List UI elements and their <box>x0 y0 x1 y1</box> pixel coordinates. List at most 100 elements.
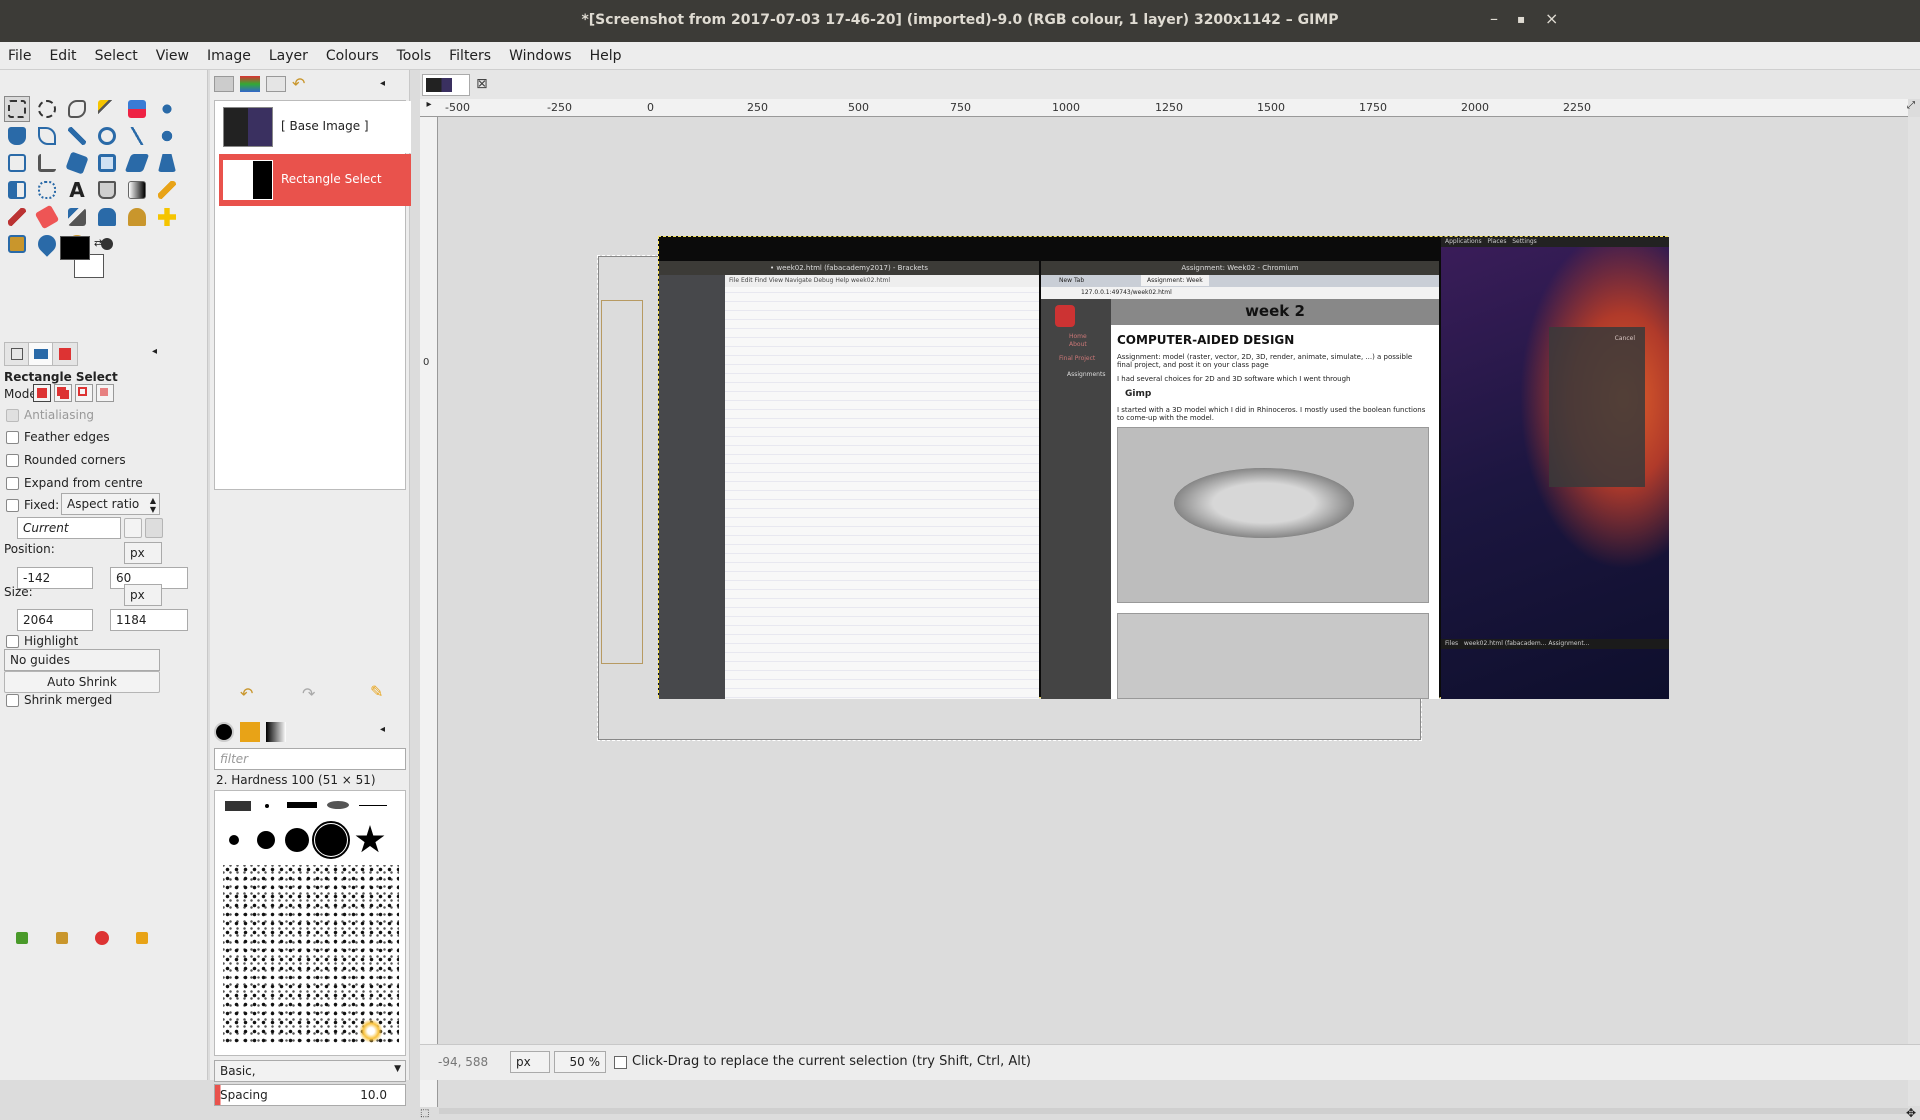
guides-select[interactable]: No guides <box>4 649 160 671</box>
shrink-merged-checkbox[interactable] <box>6 694 19 707</box>
brush-filter-input[interactable]: filter <box>214 748 406 770</box>
size-unit-select[interactable]: px <box>124 584 162 606</box>
delete-options-icon[interactable] <box>95 931 109 945</box>
mode-subtract-button[interactable] <box>75 384 93 402</box>
brush-item[interactable] <box>257 831 275 849</box>
menu-filters[interactable]: Filters <box>440 42 500 64</box>
feather-edges-checkbox[interactable] <box>6 431 19 444</box>
portrait-button[interactable] <box>124 518 142 538</box>
brushes-menu-icon[interactable]: ◂ <box>380 724 385 735</box>
gradient-tool-icon[interactable] <box>124 177 150 203</box>
swap-colors-icon[interactable]: ⇄ <box>94 238 102 249</box>
rect-select-tool-icon[interactable] <box>4 96 30 122</box>
brush-item[interactable] <box>265 804 269 808</box>
menu-colours[interactable]: Colours <box>317 42 388 64</box>
landscape-button[interactable] <box>145 518 163 538</box>
menu-edit[interactable]: Edit <box>40 42 85 64</box>
close-button[interactable]: × <box>1545 9 1558 28</box>
menu-layer[interactable]: Layer <box>260 42 317 64</box>
size-height-input[interactable]: 1184 <box>110 609 188 631</box>
perspective-clone-tool-icon[interactable] <box>4 231 30 257</box>
reset-options-icon[interactable] <box>136 932 148 944</box>
layer-row-selected[interactable]: Rectangle Select <box>219 154 411 206</box>
mode-intersect-button[interactable] <box>96 384 114 402</box>
highlight-checkbox[interactable] <box>6 635 19 648</box>
navigate-icon[interactable]: ✥ <box>1906 1106 1916 1120</box>
zoom-select[interactable]: 50 % <box>554 1051 606 1073</box>
flip-tool-icon[interactable] <box>4 177 30 203</box>
clone-tool-icon[interactable] <box>124 204 150 230</box>
close-image-tab-icon[interactable]: ⊠ <box>476 76 488 92</box>
save-options-icon[interactable] <box>16 932 28 944</box>
blur-tool-icon[interactable] <box>34 231 60 257</box>
free-select-tool-icon[interactable] <box>64 96 90 122</box>
brush-preset-select[interactable]: Basic, ▼ <box>214 1060 406 1082</box>
menu-help[interactable]: Help <box>581 42 631 64</box>
fixed-checkbox[interactable] <box>6 499 19 512</box>
clear-history-icon[interactable]: ✎ <box>370 682 383 701</box>
ink-tool-icon[interactable] <box>94 204 120 230</box>
patterns-tab-icon[interactable] <box>240 722 260 742</box>
color-picker-tool-icon[interactable] <box>64 123 90 149</box>
menu-image[interactable]: Image <box>198 42 260 64</box>
zoom-fit-icon[interactable]: ⤢ <box>1907 100 1915 111</box>
foreground-select-tool-icon[interactable] <box>4 123 30 149</box>
mode-replace-button[interactable] <box>33 384 51 402</box>
brush-item[interactable] <box>359 1019 383 1043</box>
heal-tool-icon[interactable] <box>154 204 180 230</box>
undo-tab-icon[interactable]: ↶ <box>292 76 312 92</box>
maximize-button[interactable]: ▪ <box>1517 12 1525 26</box>
menu-view[interactable]: View <box>147 42 198 64</box>
rotate-tool-icon[interactable] <box>64 150 90 176</box>
layers-menu-icon[interactable]: ◂ <box>380 78 385 89</box>
redo-icon[interactable]: ↷ <box>302 684 315 703</box>
device-status-tab-icon[interactable] <box>28 342 54 366</box>
canvas-viewport[interactable]: • week02.html (fabacademy2017) - Bracket… <box>439 118 1908 1108</box>
layer-row[interactable]: [ Base Image ] <box>219 101 411 153</box>
measure-tool-icon[interactable] <box>124 123 150 149</box>
unit-select[interactable]: px <box>510 1051 550 1073</box>
crop-tool-icon[interactable] <box>34 150 60 176</box>
antialiasing-checkbox[interactable] <box>6 409 19 422</box>
brush-item[interactable] <box>223 865 399 1045</box>
fixed-mode-select[interactable]: Aspect ratio ▲ ▼ <box>61 493 160 515</box>
channels-tab-icon[interactable] <box>240 76 260 92</box>
brush-item[interactable] <box>225 801 251 811</box>
menu-select[interactable]: Select <box>86 42 147 64</box>
horizontal-scrollbar[interactable] <box>439 1108 1908 1114</box>
rounded-corners-checkbox[interactable] <box>6 454 19 467</box>
size-width-input[interactable]: 2064 <box>17 609 93 631</box>
spacing-slider[interactable]: Spacing 10.0 <box>214 1084 406 1106</box>
brush-item[interactable] <box>355 825 385 853</box>
pencil-tool-icon[interactable] <box>154 177 180 203</box>
brush-item-selected[interactable] <box>312 821 350 859</box>
auto-shrink-button[interactable]: Auto Shrink <box>4 671 160 693</box>
fuzzy-select-tool-icon[interactable] <box>94 96 120 122</box>
selection-handle-left[interactable] <box>601 300 643 664</box>
move-tool-icon[interactable] <box>154 123 180 149</box>
perspective-tool-icon[interactable] <box>154 150 180 176</box>
cage-tool-icon[interactable] <box>34 177 60 203</box>
image-tab[interactable] <box>422 74 470 96</box>
brushes-tab-icon[interactable] <box>214 722 234 742</box>
shear-tool-icon[interactable] <box>124 150 150 176</box>
paths-tool-icon[interactable] <box>34 123 60 149</box>
layers-tab-icon[interactable] <box>214 76 234 92</box>
ellipse-select-tool-icon[interactable] <box>34 96 60 122</box>
align-tool-icon[interactable] <box>4 150 30 176</box>
ruler-corner-icon[interactable]: ▸ <box>420 99 438 117</box>
paths-tab-icon[interactable] <box>266 76 286 92</box>
text-tool-icon[interactable]: A <box>64 177 90 203</box>
quick-mask-icon[interactable]: ⬚ <box>420 1108 432 1119</box>
menu-windows[interactable]: Windows <box>500 42 581 64</box>
menu-file[interactable]: File <box>0 42 40 64</box>
brush-item[interactable] <box>287 802 317 808</box>
gradients-tab-icon[interactable] <box>266 722 286 742</box>
eraser-tool-icon[interactable] <box>34 204 60 230</box>
dock-menu-icon[interactable]: ◂ <box>152 346 157 357</box>
brush-item[interactable] <box>359 805 387 806</box>
tool-options-tab-icon[interactable] <box>4 342 30 366</box>
brush-item[interactable] <box>229 835 239 845</box>
vertical-scrollbar[interactable] <box>1908 117 1920 1106</box>
select-by-color-tool-icon[interactable] <box>124 96 150 122</box>
